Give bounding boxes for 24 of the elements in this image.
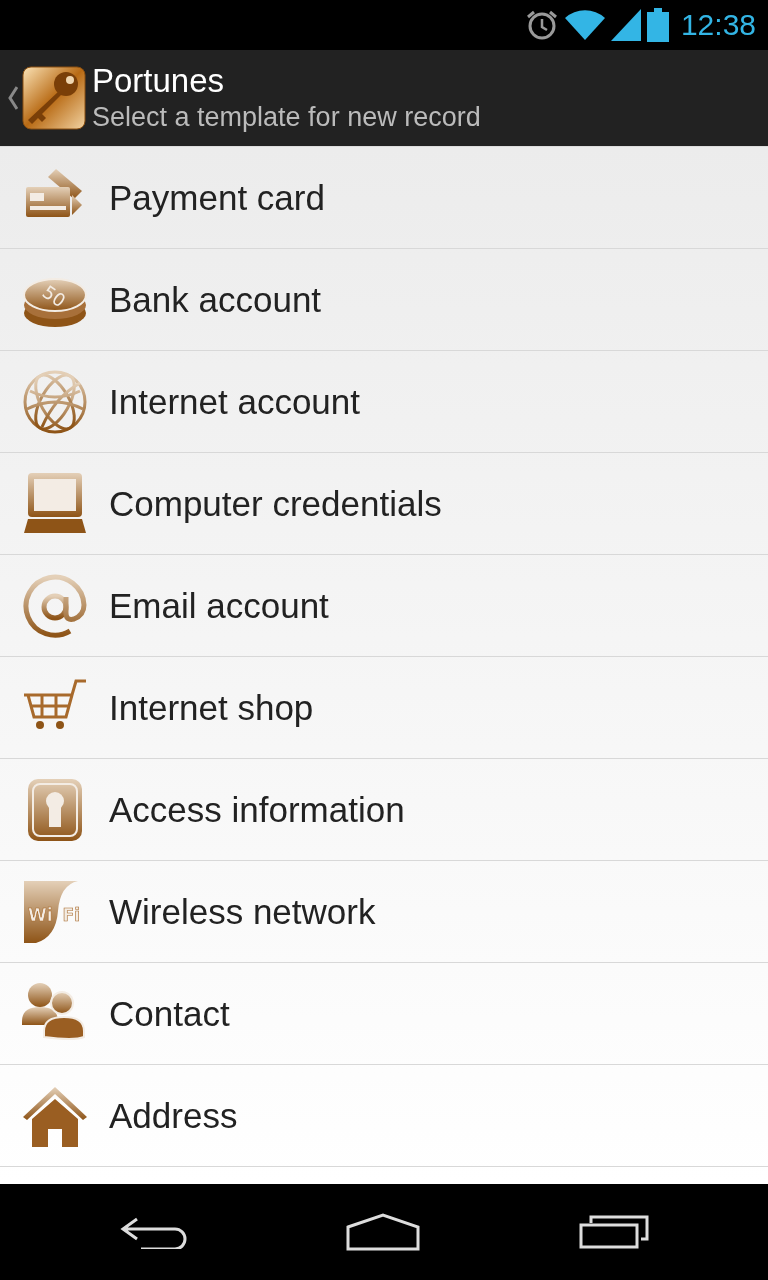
template-list-item[interactable]: Payment card [0, 147, 768, 249]
template-list-item[interactable]: Access information [0, 759, 768, 861]
app-key-icon [22, 66, 86, 130]
globe-icon [22, 368, 88, 435]
app-title: Portunes [92, 62, 226, 100]
template-list-item[interactable]: Email account [0, 555, 768, 657]
template-list-item[interactable]: 50 Bank account [0, 249, 768, 351]
back-icon[interactable] [119, 1215, 188, 1249]
home-icon[interactable] [346, 1213, 420, 1251]
alarm-icon [524, 8, 559, 42]
template-list-item[interactable]: Internet account [0, 351, 768, 453]
cell-signal-icon [610, 9, 641, 41]
battery-icon [646, 8, 669, 42]
template-list-item[interactable]: Internet shop [0, 657, 768, 759]
template-list-item[interactable]: Contact [0, 963, 768, 1065]
screen-subtitle: Select a template for new record [92, 101, 481, 134]
template-list-item[interactable]: Wi Fi Wireless network [0, 861, 768, 963]
recent-apps-icon[interactable] [578, 1215, 649, 1249]
template-list-item[interactable]: Computer credentials [0, 453, 768, 555]
template-list-item[interactable]: Address [0, 1065, 768, 1167]
wifi-signal-icon [564, 10, 605, 40]
at-sign-icon [22, 572, 88, 639]
status-time: 12:38 [680, 8, 756, 42]
chevron-left-icon [8, 86, 18, 110]
